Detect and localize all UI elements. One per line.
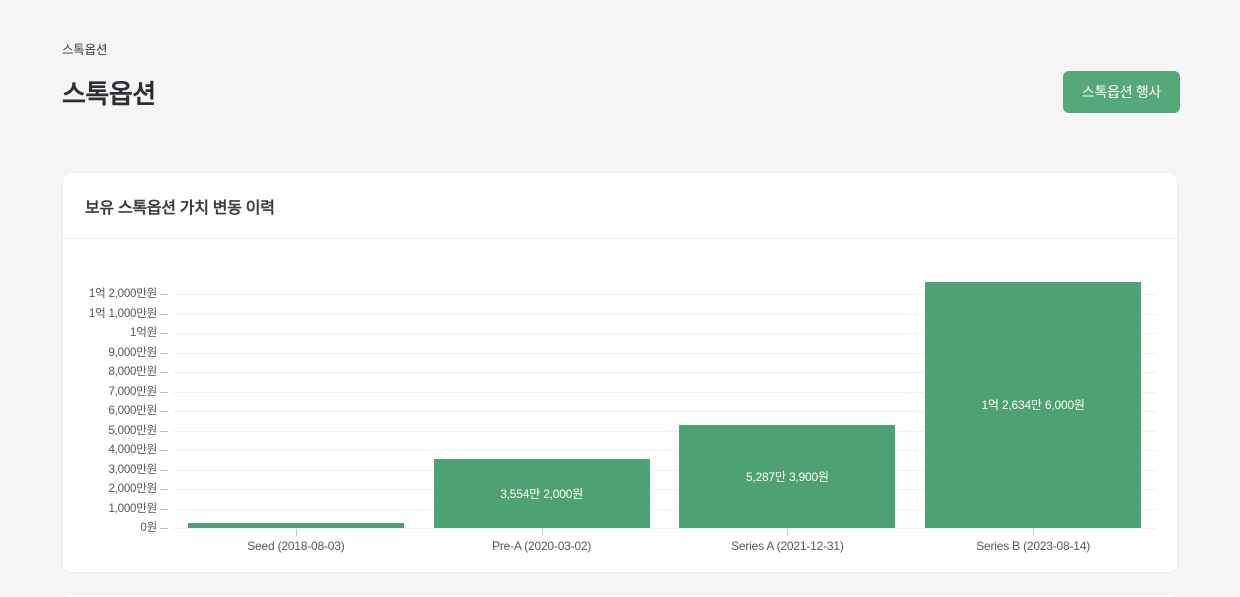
x-axis-category-label: Pre-A (2020-03-02): [422, 539, 662, 553]
y-axis-tick: [160, 372, 168, 373]
y-axis-tick-label: 8,000만원: [63, 364, 157, 380]
y-axis-tick: [160, 450, 168, 451]
y-axis-tick: [160, 431, 168, 432]
y-axis-tick: [160, 509, 168, 510]
y-axis-tick: [160, 528, 168, 529]
bar-pre-a: 3,554만 2,000원: [434, 459, 650, 528]
x-axis-tick: [1033, 529, 1034, 536]
y-axis-tick-label: 1,000만원: [63, 501, 157, 517]
y-axis-tick-label: 2,000만원: [63, 481, 157, 497]
y-axis-tick: [160, 489, 168, 490]
y-axis-tick-label: 1억 2,000만원: [63, 286, 157, 302]
y-axis-tick-label: 0원: [63, 520, 157, 536]
exercise-stock-option-button[interactable]: 스톡옵션 행사: [1063, 71, 1180, 113]
bar-value-label: 5,287만 3,900원: [746, 468, 829, 485]
y-axis-tick: [160, 392, 168, 393]
y-axis-tick-label: 4,000만원: [63, 442, 157, 458]
y-axis-tick-label: 9,000만원: [63, 345, 157, 361]
y-axis-tick-label: 5,000만원: [63, 423, 157, 439]
bar-value-label: 3,554만 2,000원: [500, 485, 583, 502]
x-axis-category-label: Seed (2018-08-03): [176, 539, 416, 553]
bar-series: 5,287만 3,900원: [679, 425, 895, 528]
x-axis-tick: [296, 529, 297, 536]
card-title: 보유 스톡옵션 가치 변동 이력: [85, 194, 275, 218]
y-gridline: [173, 528, 1156, 529]
y-axis-tick-label: 7,000만원: [63, 384, 157, 400]
y-axis-tick: [160, 314, 168, 315]
y-axis-tick-label: 6,000만원: [63, 403, 157, 419]
x-axis-category-label: Series A (2021-12-31): [667, 539, 907, 553]
bar-chart: 0원 1,000만원 2,000만원 3,000만원 4,000만원 5,000만원 6,0…: [63, 239, 1177, 573]
y-axis-tick: [160, 470, 168, 471]
y-axis-tick-label: 1억원: [63, 325, 157, 341]
y-axis-tick-label: 3,000만원: [63, 462, 157, 478]
x-axis-category-label: Series B (2023-08-14): [913, 539, 1153, 553]
next-card-top-edge: [62, 593, 1178, 597]
y-axis-tick: [160, 333, 168, 334]
bar-series: 1억 2,634만 6,000원: [925, 282, 1141, 528]
page-title: 스톡옵션: [62, 74, 156, 111]
x-axis-tick: [542, 529, 543, 536]
x-axis-tick: [787, 529, 788, 536]
bar-seed: [188, 523, 404, 528]
y-axis-tick: [160, 411, 168, 412]
breadcrumb[interactable]: 스톡옵션: [62, 39, 107, 58]
y-axis-tick: [160, 294, 168, 295]
y-axis-tick: [160, 353, 168, 354]
bar-value-label: 1억 2,634만 6,000원: [981, 396, 1084, 413]
card-header: 보유 스톡옵션 가치 변동 이력: [63, 173, 1177, 239]
y-axis-tick-label: 1억 1,000만원: [63, 306, 157, 322]
stock-option-value-history-card: 보유 스톡옵션 가치 변동 이력 0원 1,000만원 2,000만원 3,000만원…: [62, 172, 1178, 573]
